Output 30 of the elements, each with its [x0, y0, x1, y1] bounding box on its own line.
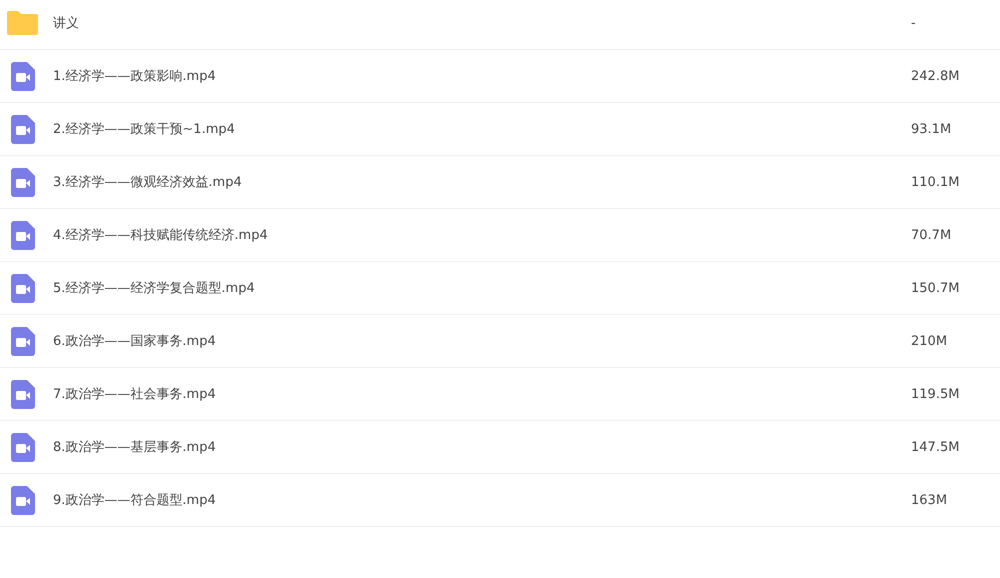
- video-file-icon: [10, 326, 34, 356]
- file-size: 242.8M: [911, 68, 960, 84]
- video-file-icon: [10, 220, 34, 250]
- file-name[interactable]: 2.经济学——政策干预~1.mp4: [53, 120, 911, 138]
- file-name[interactable]: 4.经济学——科技赋能传统经济.mp4: [53, 226, 911, 244]
- video-file-icon: [10, 62, 34, 90]
- video-file-icon: [10, 486, 34, 514]
- file-size: 163M: [911, 492, 948, 508]
- file-name[interactable]: 6.政治学——国家事务.mp4: [53, 332, 911, 350]
- file-size: 210M: [911, 334, 948, 348]
- file-name[interactable]: 3.经济学——微观经济效益.mp4: [53, 173, 911, 191]
- file-size: 93.1M: [911, 122, 952, 136]
- video-file-icon: [10, 432, 34, 462]
- video-file-icon: [10, 380, 34, 408]
- file-size: 110.1M: [911, 174, 960, 190]
- file-name[interactable]: 7.政治学——社会事务.mp4: [53, 385, 911, 403]
- file-name[interactable]: 9.政治学——符合题型.mp4: [53, 491, 911, 509]
- video-file-icon: [10, 114, 34, 144]
- file-name[interactable]: 8.政治学——基层事务.mp4: [53, 438, 911, 456]
- file-name[interactable]: 讲义: [53, 14, 911, 32]
- file-size: 70.7M: [911, 228, 952, 242]
- file-size: 150.7M: [911, 280, 960, 296]
- file-size: 147.5M: [911, 440, 960, 454]
- file-size: 119.5M: [911, 386, 960, 402]
- video-file-icon: [10, 274, 34, 302]
- video-file-icon: [10, 168, 34, 196]
- file-name[interactable]: 1.经济学——政策影响.mp4: [53, 67, 911, 85]
- file-name[interactable]: 5.经济学——经济学复合题型.mp4: [53, 279, 911, 297]
- file-size: -: [911, 16, 917, 30]
- folder-icon: [7, 11, 38, 35]
